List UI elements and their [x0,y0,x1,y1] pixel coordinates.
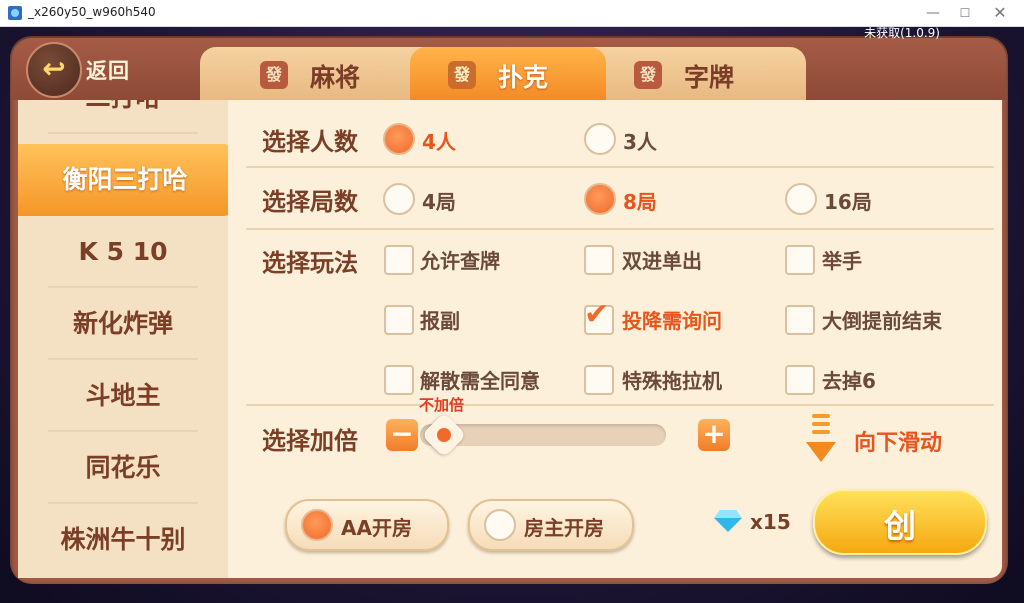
rule-text[interactable]: 大倒提前结束 [822,305,942,334]
aa-room-label: AA开房 [341,516,412,540]
players-3-text[interactable]: 3人 [623,126,657,155]
aa-room-radio [301,509,333,541]
game-item-tonghuale[interactable]: 同花乐 [18,432,228,504]
rule-checkbox[interactable] [384,365,414,395]
scroll-bar-line [812,414,830,418]
rule-checkbox[interactable] [584,245,614,275]
tab-label: 麻将 [310,63,361,92]
maximize-button[interactable]: ☐ [950,2,980,24]
players-4-text[interactable]: 4人 [422,126,456,155]
back-button[interactable]: ↩ [26,42,82,98]
window-titlebar: _x260y50_w960h540 — ☐ ✕ [0,0,1024,27]
multiplier-increase-button[interactable]: + [698,419,730,451]
create-room-button[interactable]: 创 [813,489,987,555]
minimize-button[interactable]: — [918,2,948,24]
tab-mahjong[interactable]: 發 麻将 [246,47,396,101]
rule-checkbox[interactable] [584,365,614,395]
scroll-bar-line [812,422,830,426]
rule-checkbox[interactable] [785,305,815,335]
slider-handle-dot [437,428,451,442]
scroll-down-icon [806,414,836,464]
mahjong-tile-icon: 發 [634,61,662,89]
window-title: _x260y50_w960h540 [28,5,156,19]
mahjong-tile-icon: 發 [448,61,476,89]
diamond-icon [714,510,742,532]
host-room-label: 房主开房 [524,516,604,540]
game-list-sidebar[interactable]: 二打哈 衡阳三打哈 K 5 10 新化炸弹 斗地主 同花乐 株洲牛十别 [18,100,228,578]
players-4-radio[interactable] [383,123,415,155]
rule-text[interactable]: 允许查牌 [420,245,500,274]
row-divider [246,228,994,230]
row-divider [246,404,994,406]
tab-label: 字牌 [684,63,735,92]
diamond-top [714,510,742,518]
tab-label: 扑克 [498,63,549,92]
scroll-arrow [806,442,836,462]
host-room-radio [484,509,516,541]
rule-text[interactable]: 特殊拖拉机 [622,365,722,394]
multiplier-label: 选择加倍 [262,427,358,455]
rule-text[interactable]: 报副 [420,305,460,334]
rounds-4-text[interactable]: 4局 [422,186,456,215]
rounds-8-radio[interactable] [584,183,616,215]
rule-text[interactable]: 解散需全同意 [420,365,540,394]
scroll-bar-line [812,430,830,434]
rounds-16-text[interactable]: 16局 [824,186,872,215]
back-label[interactable]: 返回 [86,55,130,85]
rounds-label: 选择局数 [262,188,358,216]
app-icon [8,6,22,20]
aa-room-button[interactable]: AA开房 [285,499,449,551]
checkmark-icon: ✔ [584,297,610,332]
rule-checkbox-checked[interactable]: ✔ [584,297,614,335]
game-item-k510[interactable]: K 5 10 [18,216,228,288]
tab-zipai[interactable]: 發 字牌 [620,47,780,101]
create-button-label: 创 [883,507,916,545]
game-item-erdaha[interactable]: 二打哈 [18,100,228,134]
back-arrow-icon: ↩ [42,52,66,85]
rule-checkbox[interactable] [384,305,414,335]
close-button[interactable]: ✕ [985,2,1015,24]
row-divider [246,166,994,168]
rule-checkbox[interactable] [785,245,815,275]
rounds-8-text[interactable]: 8局 [623,186,657,215]
game-item-zhuzhou-niushibie[interactable]: 株洲牛十别 [18,504,228,576]
scroll-down-hint: 向下滑动 [854,431,943,456]
rule-text[interactable]: 举手 [822,245,862,274]
players-label: 选择人数 [262,128,358,156]
diamond-bottom [714,518,742,532]
rounds-16-radio[interactable] [785,183,817,215]
mahjong-tile-icon: 發 [260,61,288,89]
version-label: 未获取(1.0.9) [864,26,940,40]
rules-label: 选择玩法 [262,249,358,277]
multiplier-value: 不加倍 [419,396,465,414]
diamond-cost: x15 [750,510,791,534]
rule-checkbox[interactable] [384,245,414,275]
rule-text[interactable]: 去掉6 [822,365,876,394]
host-room-button[interactable]: 房主开房 [468,499,634,551]
rule-checkbox[interactable] [785,365,815,395]
rule-text[interactable]: 投降需询问 [622,305,722,334]
multiplier-decrease-button[interactable]: − [386,419,418,451]
game-item-doudizhu[interactable]: 斗地主 [18,360,228,432]
players-3-radio[interactable] [584,123,616,155]
rule-text[interactable]: 双进单出 [622,245,702,274]
game-item-xinhua-zhadan[interactable]: 新化炸弹 [18,288,228,360]
tab-poker[interactable]: 發 扑克 [410,47,606,101]
game-item-hengyang-sandaha[interactable]: 衡阳三打哈 [18,144,228,216]
rounds-4-radio[interactable] [383,183,415,215]
